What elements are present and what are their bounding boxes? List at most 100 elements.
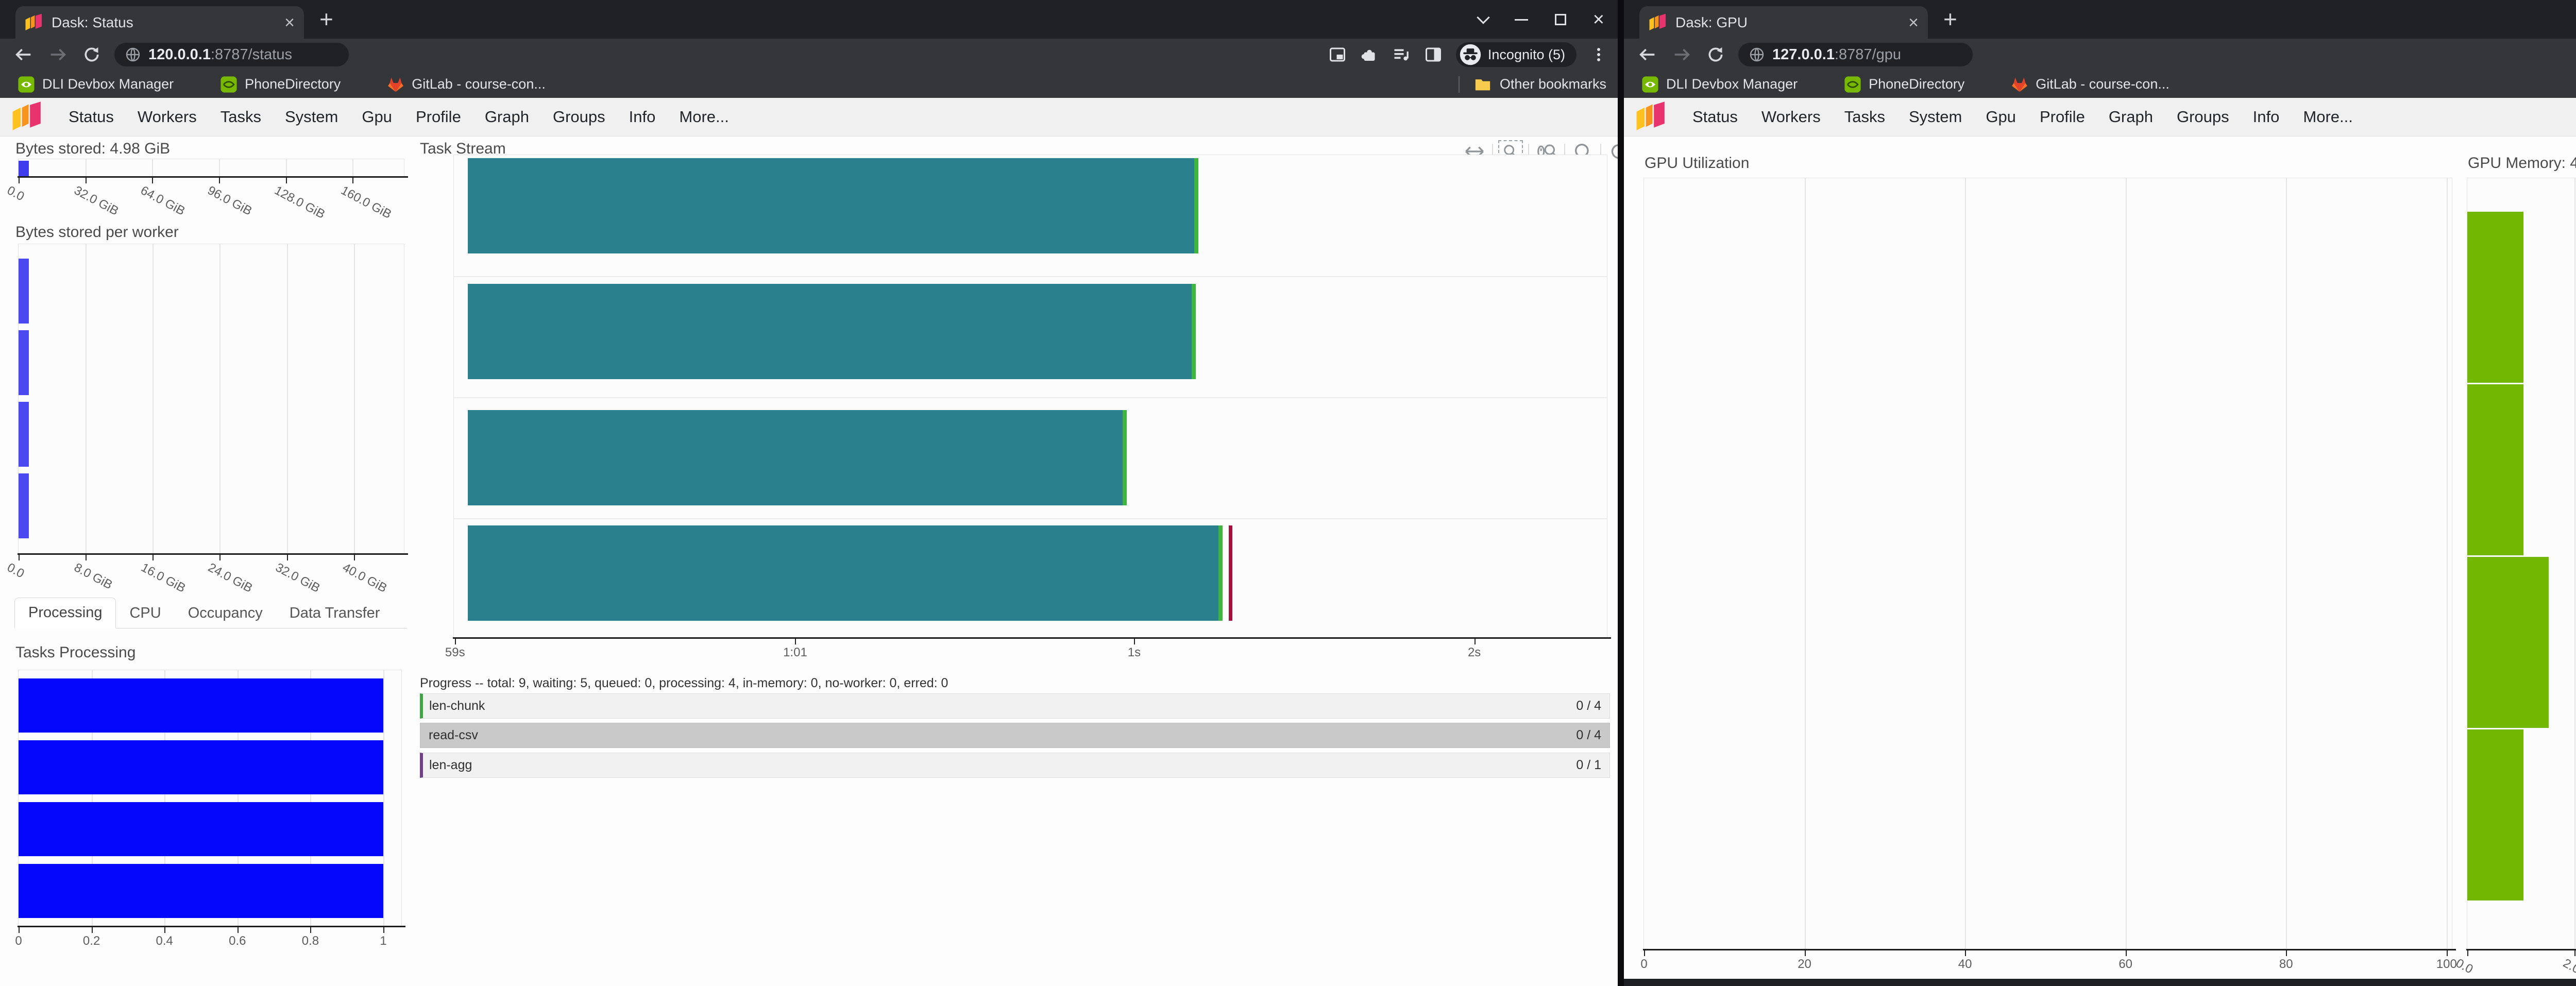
tab-processing[interactable]: Processing (14, 598, 116, 628)
axis-tick (286, 177, 287, 183)
new-tab-button[interactable]: + (319, 7, 333, 31)
gridline (286, 159, 287, 177)
axis-tick-label: 64.0 GiB (138, 183, 188, 219)
bookmark-label: PhoneDirectory (245, 76, 341, 92)
bookmark-dli-devbox[interactable]: DLI Devbox Manager (18, 76, 174, 93)
bar (19, 678, 383, 733)
axis-tick (795, 638, 796, 644)
forward-button[interactable] (47, 44, 68, 65)
tab-occupancy[interactable]: Occupancy (175, 599, 276, 628)
browser-menu-icon[interactable] (1590, 46, 1607, 63)
window-menu-icon[interactable] (1477, 11, 1489, 24)
nav-tasks[interactable]: Tasks (209, 108, 273, 126)
nav-info[interactable]: Info (617, 108, 668, 126)
axis-tick (2467, 950, 2468, 956)
reload-button[interactable] (81, 44, 102, 65)
forward-button[interactable] (1671, 44, 1692, 65)
nav-more[interactable]: More... (2291, 108, 2364, 126)
gridline (454, 518, 1607, 519)
axis-tick (2126, 950, 2127, 956)
nav-gpu[interactable]: Gpu (1974, 108, 2028, 126)
nav-system[interactable]: System (1897, 108, 1974, 126)
maximize-button[interactable] (1555, 14, 1566, 25)
bookmark-label: GitLab - course-con... (412, 76, 546, 92)
bar (19, 473, 29, 538)
bar (19, 802, 383, 856)
tab-cpu[interactable]: CPU (116, 599, 174, 628)
axis-tick (1644, 950, 1645, 956)
bookmark-phonedirectory[interactable]: PhoneDirectory (1844, 76, 1964, 93)
other-bookmarks[interactable]: Other bookmarks (1459, 76, 1606, 93)
tab-close-icon[interactable]: × (1908, 14, 1919, 31)
url-path: :8787/gpu (1835, 46, 1901, 63)
reading-list-icon[interactable] (1392, 45, 1411, 64)
bytes-per-worker-chart[interactable]: 0.08.0 GiB16.0 GiB24.0 GiB32.0 GiB40.0 G… (18, 244, 404, 555)
gridline (1805, 178, 1806, 950)
extensions-icon[interactable] (1360, 45, 1379, 64)
axis-tick (354, 554, 355, 560)
nav-graph[interactable]: Graph (2097, 108, 2165, 126)
axis-tick (164, 927, 165, 933)
bookmark-gitlab[interactable]: GitLab - course-con... (2011, 76, 2170, 93)
bytes-stored-chart[interactable]: 0.032.0 GiB64.0 GiB96.0 GiB128.0 GiB160.… (18, 159, 404, 178)
gpu-utilization-chart[interactable]: 020406080100 (1643, 178, 2452, 950)
transfer-marker (1229, 525, 1232, 621)
nav-profile[interactable]: Profile (2028, 108, 2097, 126)
back-button[interactable] (13, 44, 34, 65)
side-panel-icon[interactable] (1424, 45, 1443, 64)
nav-info[interactable]: Info (2241, 108, 2292, 126)
url-bar[interactable]: 120.0.0.1:8787/status (114, 43, 349, 66)
task-stream-chart[interactable]: 59s1:011s2s (453, 155, 1607, 639)
bookmark-phonedirectory[interactable]: PhoneDirectory (220, 76, 341, 93)
window-close-button[interactable]: × (1593, 10, 1604, 29)
nav-more[interactable]: More... (667, 108, 740, 126)
bookmark-label: DLI Devbox Manager (42, 76, 174, 92)
new-tab-button[interactable]: + (1943, 7, 1957, 31)
axis-tick-label: 24.0 GiB (206, 560, 255, 596)
url-bar[interactable]: 127.0.0.1:8787/gpu (1738, 43, 1973, 66)
axis-tick (2447, 950, 2448, 956)
nav-profile[interactable]: Profile (404, 108, 473, 126)
dask-favicon (25, 13, 43, 32)
axis-tick (152, 177, 153, 183)
tasks-processing-chart[interactable]: 00.20.40.60.81 (18, 670, 402, 927)
axis-tick (1475, 638, 1476, 644)
axis-tick-label: 32.0 GiB (71, 183, 121, 219)
tab-strip: Dask: Status × + × (0, 0, 1618, 39)
nav-groups[interactable]: Groups (2165, 108, 2241, 126)
axis-tick-label: 40.0 GiB (340, 560, 389, 596)
axis-tick (287, 554, 288, 560)
bar (19, 740, 383, 794)
browser-tab-status[interactable]: Dask: Status × (15, 6, 304, 39)
axis-tick (1134, 638, 1135, 644)
other-bookmarks-label: Other bookmarks (1500, 76, 1606, 92)
nav-groups[interactable]: Groups (541, 108, 617, 126)
back-button[interactable] (1637, 44, 1658, 65)
url-path: :8787/status (211, 46, 292, 63)
gpu-memory-chart[interactable]: 0.02.0 GiB4.0 GiB6.0 GiB8.0 GiB10.0 GiB1… (2467, 178, 2576, 950)
nav-workers[interactable]: Workers (1750, 108, 1833, 126)
nav-tasks[interactable]: Tasks (1833, 108, 1897, 126)
nav-status[interactable]: Status (57, 108, 126, 126)
nav-system[interactable]: System (273, 108, 350, 126)
minimize-button[interactable] (1515, 19, 1528, 21)
bookmark-gitlab[interactable]: GitLab - course-con... (387, 76, 546, 93)
nav-gpu[interactable]: Gpu (350, 108, 404, 126)
bookmark-dli-devbox[interactable]: DLI Devbox Manager (1641, 76, 1798, 93)
axis-tick-label: 0.0 (5, 560, 27, 581)
reload-button[interactable] (1705, 44, 1726, 65)
tab-data-transfer[interactable]: Data Transfer (276, 599, 394, 628)
tab-close-icon[interactable]: × (284, 14, 295, 31)
browser-tab-gpu[interactable]: Dask: GPU × (1639, 6, 1928, 39)
axis-tick-label: 59s (445, 645, 465, 660)
gridline (454, 397, 1607, 398)
bookmarks-divider (1459, 76, 1460, 93)
gridline (152, 244, 154, 554)
nav-status[interactable]: Status (1681, 108, 1750, 126)
gpu-memory-title: GPU Memory: 4.67 GiB / 60.00 GiB (2468, 155, 2576, 172)
picture-in-picture-icon[interactable] (1328, 45, 1347, 64)
nav-graph[interactable]: Graph (473, 108, 541, 126)
axis-tick-label: 0 (15, 934, 22, 948)
reset-tool-button[interactable] (1606, 140, 1618, 163)
nav-workers[interactable]: Workers (126, 108, 209, 126)
